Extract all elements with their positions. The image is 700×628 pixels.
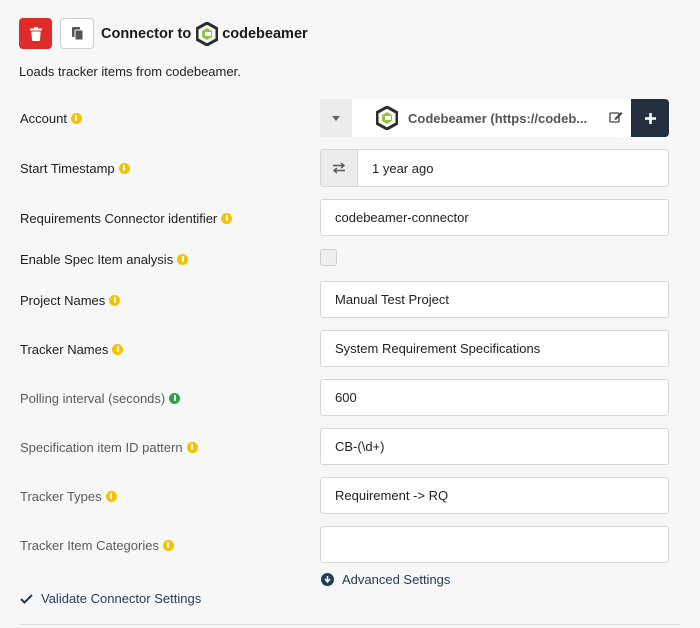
- connector-description: Loads tracker items from codebeamer.: [19, 64, 241, 79]
- enable-spec-label: Enable Spec Item analysis: [20, 252, 189, 267]
- account-dropdown-toggle[interactable]: [320, 99, 352, 137]
- divider: [19, 624, 681, 625]
- tracker-item-categories-label-text: Tracker Item Categories: [20, 538, 159, 553]
- advanced-settings-link[interactable]: Advanced Settings: [321, 572, 450, 587]
- start-timestamp-label-text: Start Timestamp: [20, 161, 115, 176]
- advanced-settings-label: Advanced Settings: [342, 572, 451, 587]
- enable-spec-label-text: Enable Spec Item analysis: [20, 252, 174, 267]
- info-icon[interactable]: [105, 491, 117, 502]
- info-icon[interactable]: [169, 393, 181, 404]
- checkmark-icon: [20, 593, 33, 604]
- account-value-box[interactable]: Codebeamer (https://codeb...: [352, 99, 631, 137]
- account-select[interactable]: Codebeamer (https://codeb...: [320, 99, 669, 137]
- timestamp-mode-toggle[interactable]: [321, 150, 358, 186]
- info-icon[interactable]: [177, 254, 189, 265]
- account-label: Account: [20, 111, 82, 126]
- trash-icon: [29, 26, 42, 41]
- brand-name: codebeamer: [222, 25, 308, 42]
- tracker-item-categories-input[interactable]: [320, 526, 669, 563]
- connector-title: Connector to codebeamer: [101, 21, 308, 46]
- account-value: Codebeamer (https://codeb...: [408, 110, 588, 126]
- tracker-types-label: Tracker Types: [20, 489, 117, 504]
- spec-id-pattern-input[interactable]: CB-(\d+): [320, 428, 669, 465]
- connector-header: Connector to codebeamer: [19, 18, 308, 49]
- account-label-text: Account: [20, 111, 67, 126]
- caret-down-icon: [332, 115, 340, 121]
- req-connector-id-label-text: Requirements Connector identifier: [20, 211, 218, 226]
- tracker-names-label-text: Tracker Names: [20, 342, 109, 357]
- tracker-names-input[interactable]: System Requirement Specifications: [320, 330, 669, 367]
- info-icon[interactable]: [112, 344, 124, 355]
- info-icon[interactable]: [118, 163, 130, 174]
- polling-interval-label: Polling interval (seconds): [20, 391, 181, 406]
- info-icon[interactable]: [70, 113, 82, 124]
- spec-id-pattern-label: Specification item ID pattern: [20, 440, 198, 455]
- enable-spec-checkbox[interactable]: [320, 249, 337, 266]
- info-icon[interactable]: [109, 295, 121, 306]
- project-names-label-text: Project Names: [20, 293, 106, 308]
- plus-icon: [644, 112, 656, 124]
- req-connector-id-input[interactable]: codebeamer-connector: [320, 199, 669, 236]
- add-account-button[interactable]: [631, 99, 669, 137]
- info-icon[interactable]: [162, 540, 174, 551]
- polling-interval-input[interactable]: 600: [320, 379, 669, 416]
- tracker-item-categories-label: Tracker Item Categories: [20, 538, 174, 553]
- copy-icon: [71, 27, 83, 40]
- delete-button[interactable]: [19, 18, 52, 49]
- project-names-label: Project Names: [20, 293, 121, 308]
- tracker-types-input[interactable]: Requirement -> RQ: [320, 477, 669, 514]
- info-icon[interactable]: [221, 213, 233, 224]
- validate-connector-button[interactable]: Validate Connector Settings: [20, 591, 201, 606]
- arrow-circle-down-icon: [321, 573, 334, 586]
- edit-icon[interactable]: [609, 110, 623, 124]
- project-names-input[interactable]: Manual Test Project: [320, 281, 669, 318]
- spec-id-pattern-label-text: Specification item ID pattern: [20, 440, 183, 455]
- codebeamer-logo-icon: [376, 106, 398, 130]
- info-icon[interactable]: [186, 442, 198, 453]
- copy-button[interactable]: [60, 18, 94, 49]
- brand: codebeamer: [196, 21, 308, 46]
- start-timestamp-label: Start Timestamp: [20, 161, 130, 176]
- tracker-names-label: Tracker Names: [20, 342, 124, 357]
- connector-title-text: Connector to: [101, 25, 192, 42]
- start-timestamp-field[interactable]: 1 year ago: [320, 149, 669, 187]
- start-timestamp-value: 1 year ago: [372, 160, 434, 176]
- tracker-types-label-text: Tracker Types: [20, 489, 102, 504]
- req-connector-id-label: Requirements Connector identifier: [20, 211, 233, 226]
- codebeamer-logo-icon: [196, 21, 219, 46]
- polling-interval-label-text: Polling interval (seconds): [20, 391, 166, 406]
- validate-label: Validate Connector Settings: [41, 591, 202, 606]
- swap-arrows-icon: [332, 162, 346, 174]
